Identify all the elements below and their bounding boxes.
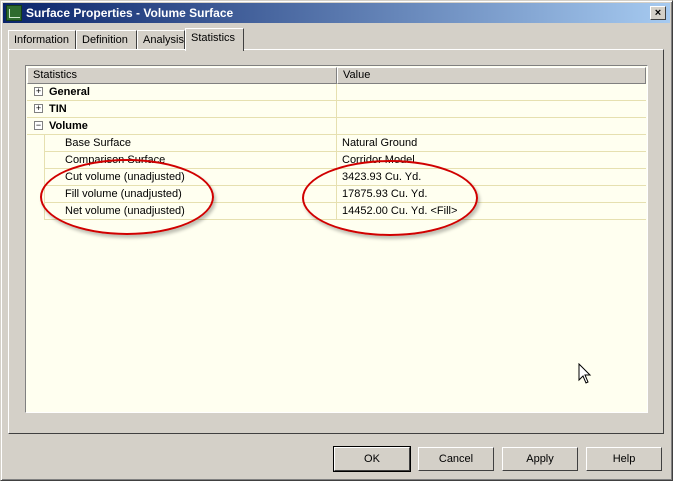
- tab-information[interactable]: Information: [8, 30, 76, 50]
- expand-plus-icon[interactable]: +: [34, 87, 43, 96]
- row-value: Natural Ground: [337, 135, 646, 152]
- help-button[interactable]: Help: [586, 447, 662, 471]
- grid-header: Statistics Value: [27, 67, 646, 84]
- property-row-base-surface[interactable]: Base Surface Natural Ground: [27, 135, 646, 152]
- window-title: Surface Properties - Volume Surface: [26, 6, 234, 20]
- cancel-button[interactable]: Cancel: [418, 447, 494, 471]
- column-header-value[interactable]: Value: [337, 67, 646, 84]
- row-value: [337, 101, 646, 118]
- row-label: TIN: [49, 103, 67, 115]
- group-row-general[interactable]: + General: [27, 84, 646, 101]
- title-bar[interactable]: Surface Properties - Volume Surface ×: [3, 3, 670, 23]
- row-value: [337, 118, 646, 135]
- row-label: Volume: [49, 120, 88, 132]
- highlight-oval-values: [302, 160, 478, 236]
- expand-plus-icon[interactable]: +: [34, 104, 43, 113]
- ok-button[interactable]: OK: [333, 446, 411, 472]
- highlight-oval-labels: [40, 159, 214, 235]
- row-label: Base Surface: [44, 135, 337, 152]
- collapse-minus-icon[interactable]: −: [34, 121, 43, 130]
- column-header-statistics[interactable]: Statistics: [27, 67, 337, 84]
- row-value: [337, 84, 646, 101]
- tab-statistics[interactable]: Statistics: [185, 28, 244, 51]
- group-row-tin[interactable]: + TIN: [27, 101, 646, 118]
- surface-app-icon: [6, 5, 22, 21]
- tab-definition[interactable]: Definition: [76, 30, 137, 50]
- apply-button[interactable]: Apply: [502, 447, 578, 471]
- statistics-grid: Statistics Value + General + TIN − Volume B…: [25, 65, 648, 413]
- tab-analysis[interactable]: Analysis: [137, 30, 185, 50]
- group-row-volume[interactable]: − Volume: [27, 118, 646, 135]
- row-label: General: [49, 86, 90, 98]
- close-icon[interactable]: ×: [650, 6, 666, 20]
- mouse-cursor-icon: [578, 363, 592, 384]
